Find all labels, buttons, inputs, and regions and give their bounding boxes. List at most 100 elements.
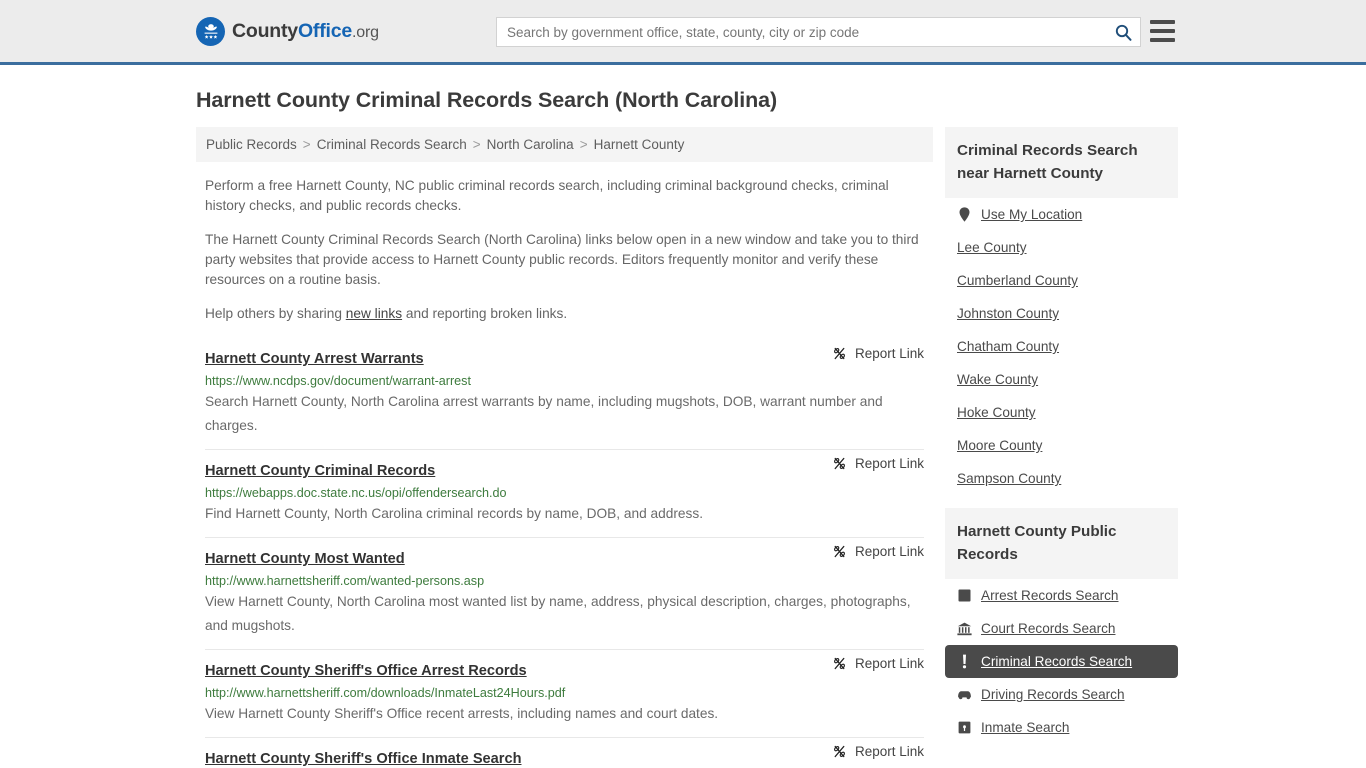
sidebar-link-sampson-county[interactable]: Sampson County xyxy=(957,471,1061,486)
broken-link-icon xyxy=(833,657,845,670)
public-records-heading: Harnett County Public Records xyxy=(945,508,1178,579)
report-link-label: Report Link xyxy=(854,346,924,361)
breadcrumb-separator: > xyxy=(579,137,588,152)
search-input[interactable] xyxy=(497,18,1106,46)
sidebar-link-cumberland-county[interactable]: Cumberland County xyxy=(957,273,1078,288)
result-url[interactable]: https://webapps.doc.state.nc.us/opi/offe… xyxy=(205,486,924,500)
report-link-button[interactable]: Report Link xyxy=(832,346,924,361)
search-bar[interactable] xyxy=(496,17,1141,47)
search-icon xyxy=(1115,24,1131,41)
public-records-list: Arrest Records Search Court Records Sear… xyxy=(945,579,1178,744)
breadcrumb: Public Records > Criminal Records Search… xyxy=(196,127,933,162)
breadcrumb-item-criminal-records-search[interactable]: Criminal Records Search xyxy=(317,137,467,152)
result-entry: Harnett County Sheriff's Office Arrest R… xyxy=(205,649,924,737)
jail-icon xyxy=(957,720,972,735)
sidebar-item-chatham-county[interactable]: Chatham County xyxy=(945,330,1178,363)
result-entry: Harnett County Criminal Records Report L… xyxy=(205,449,924,537)
menu-bar-3 xyxy=(1150,38,1175,42)
result-url[interactable]: http://www.harnettsheriff.com/downloads/… xyxy=(205,686,924,700)
sidebar-item-cumberland-county[interactable]: Cumberland County xyxy=(945,264,1178,297)
page-title: Harnett County Criminal Records Search (… xyxy=(196,88,778,112)
logo-text-office: Office xyxy=(297,19,353,42)
sidebar-item-lee-county[interactable]: Lee County xyxy=(945,231,1178,264)
broken-link-icon xyxy=(833,457,845,470)
sidebar-item-criminal-records-search[interactable]: Criminal Records Search xyxy=(945,645,1178,678)
page-container: Harnett County Criminal Records Search (… xyxy=(0,88,1366,768)
sidebar-link-inmate-search[interactable]: Inmate Search xyxy=(981,720,1069,735)
menu-bar-2 xyxy=(1150,29,1175,33)
sidebar-link-hoke-county[interactable]: Hoke County xyxy=(957,405,1036,420)
sidebar-item-wake-county[interactable]: Wake County xyxy=(945,363,1178,396)
intro-text: Perform a free Harnett County, NC public… xyxy=(196,176,933,324)
result-title[interactable]: Harnett County Sheriff's Office Inmate S… xyxy=(205,751,522,767)
result-url[interactable]: https://www.ncdps.gov/document/warrant-a… xyxy=(205,374,924,388)
main-column: Public Records > Criminal Records Search… xyxy=(196,127,933,768)
sidebar-item-inmate-search[interactable]: Inmate Search xyxy=(945,711,1178,744)
result-title[interactable]: Harnett County Most Wanted xyxy=(205,551,405,567)
report-link-button[interactable]: Report Link xyxy=(832,744,924,759)
sidebar-link-lee-county[interactable]: Lee County xyxy=(957,240,1027,255)
result-url[interactable]: http://www.harnettsheriff.com/wanted-per… xyxy=(205,574,924,588)
report-link-button[interactable]: Report Link xyxy=(832,656,924,671)
report-link-button[interactable]: Report Link xyxy=(832,456,924,471)
sidebar-link-use-my-location[interactable]: Use My Location xyxy=(981,207,1082,222)
result-title[interactable]: Harnett County Criminal Records xyxy=(205,463,435,479)
intro-p3-before: Help others by sharing xyxy=(205,306,346,321)
eagle-seal-icon xyxy=(196,16,225,46)
logo-text-org: .org xyxy=(352,23,379,41)
report-link-label: Report Link xyxy=(854,656,924,671)
sidebar-link-johnston-county[interactable]: Johnston County xyxy=(957,306,1059,321)
report-link-button[interactable]: Report Link xyxy=(832,544,924,559)
sidebar-item-driving-records-search[interactable]: Driving Records Search xyxy=(945,678,1178,711)
sidebar-link-moore-county[interactable]: Moore County xyxy=(957,438,1042,453)
hamburger-menu-icon[interactable] xyxy=(1150,20,1175,42)
sidebar-link-driving-records-search[interactable]: Driving Records Search xyxy=(981,687,1125,702)
result-entry: Harnett County Arrest Warrants Report Li… xyxy=(205,346,924,449)
search-button[interactable] xyxy=(1106,18,1140,46)
nearby-counties-heading: Criminal Records Search near Harnett Cou… xyxy=(945,127,1178,198)
results-list: Harnett County Arrest Warrants Report Li… xyxy=(196,346,933,768)
sidebar-link-wake-county[interactable]: Wake County xyxy=(957,372,1038,387)
sidebar-link-arrest-records-search[interactable]: Arrest Records Search xyxy=(981,588,1119,603)
report-link-label: Report Link xyxy=(854,456,924,471)
car-icon xyxy=(957,687,972,702)
sidebar-link-court-records-search[interactable]: Court Records Search xyxy=(981,621,1115,636)
report-link-label: Report Link xyxy=(854,544,924,559)
sidebar-item-use-my-location[interactable]: Use My Location xyxy=(945,198,1178,231)
fingerprint-icon xyxy=(957,588,972,603)
sidebar-link-chatham-county[interactable]: Chatham County xyxy=(957,339,1059,354)
breadcrumb-separator: > xyxy=(302,137,311,152)
site-logo-text: CountyOffice.org xyxy=(232,20,379,43)
sidebar-item-moore-county[interactable]: Moore County xyxy=(945,429,1178,462)
sidebar-item-arrest-records-search[interactable]: Arrest Records Search xyxy=(945,579,1178,612)
intro-p3-after: and reporting broken links. xyxy=(402,306,568,321)
sidebar-link-criminal-records-search[interactable]: Criminal Records Search xyxy=(981,654,1132,669)
sidebar-item-sampson-county[interactable]: Sampson County xyxy=(945,462,1178,495)
result-entry: Harnett County Most Wanted Report Link h… xyxy=(205,537,924,649)
map-pin-icon xyxy=(957,207,972,222)
breadcrumb-item-public-records[interactable]: Public Records xyxy=(206,137,297,152)
breadcrumb-item-north-carolina[interactable]: North Carolina xyxy=(487,137,574,152)
result-title[interactable]: Harnett County Arrest Warrants xyxy=(205,351,424,367)
broken-link-icon xyxy=(833,347,845,360)
intro-paragraph-3: Help others by sharing new links and rep… xyxy=(196,304,933,324)
new-links-link[interactable]: new links xyxy=(346,306,402,321)
site-header: CountyOffice.org xyxy=(0,0,1366,65)
sidebar: Criminal Records Search near Harnett Cou… xyxy=(945,127,1178,757)
site-logo[interactable]: CountyOffice.org xyxy=(196,16,379,46)
broken-link-icon xyxy=(833,745,845,758)
exclamation-icon xyxy=(957,654,972,669)
breadcrumb-separator: > xyxy=(472,137,481,152)
sidebar-item-hoke-county[interactable]: Hoke County xyxy=(945,396,1178,429)
result-entry: Harnett County Sheriff's Office Inmate S… xyxy=(205,737,924,768)
breadcrumb-item-harnett-county[interactable]: Harnett County xyxy=(594,137,685,152)
content-columns: Public Records > Criminal Records Search… xyxy=(196,127,1178,768)
intro-paragraph-1: Perform a free Harnett County, NC public… xyxy=(205,178,889,213)
result-description: View Harnett County, North Carolina most… xyxy=(205,594,911,633)
result-description: Find Harnett County, North Carolina crim… xyxy=(205,506,704,521)
result-title[interactable]: Harnett County Sheriff's Office Arrest R… xyxy=(205,663,527,679)
broken-link-icon xyxy=(833,545,845,558)
result-description: Search Harnett County, North Carolina ar… xyxy=(205,394,883,433)
sidebar-item-court-records-search[interactable]: Court Records Search xyxy=(945,612,1178,645)
sidebar-item-johnston-county[interactable]: Johnston County xyxy=(945,297,1178,330)
